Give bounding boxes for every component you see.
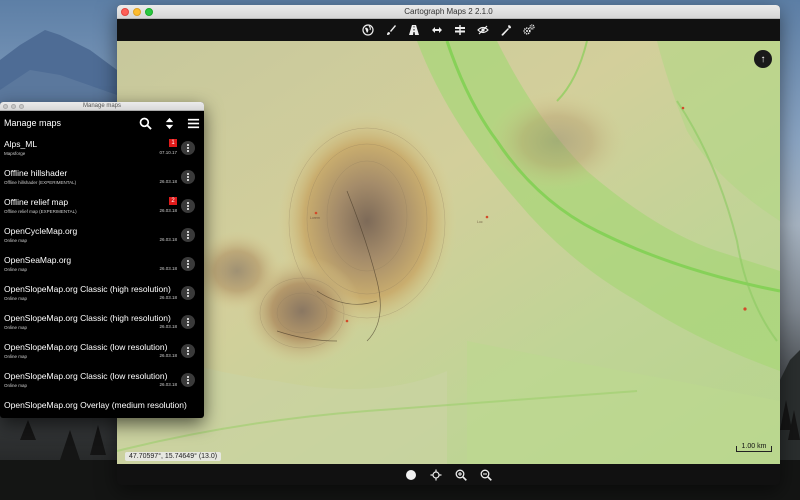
- update-badge: 2: [169, 197, 177, 205]
- window-titlebar[interactable]: Cartograph Maps 2 2.1.0: [117, 5, 780, 19]
- map-date: 26.03.18: [159, 324, 177, 329]
- sort-icon[interactable]: [162, 116, 176, 130]
- signpost-icon[interactable]: [453, 23, 468, 38]
- list-item[interactable]: OpenSeaMap.org Online map 26.03.18: [0, 251, 204, 280]
- svg-text:Loc: Loc: [477, 220, 483, 224]
- north-arrow-button[interactable]: ↑: [754, 50, 772, 68]
- map-date: 26.03.18: [159, 353, 177, 358]
- manage-window-title: Manage maps: [82, 103, 122, 109]
- zoom-out-icon[interactable]: [480, 468, 493, 481]
- more-options-icon[interactable]: [181, 228, 195, 242]
- list-item[interactable]: OpenSlopeMap.org Classic (high resolutio…: [0, 280, 204, 309]
- map-date: 26.03.18: [159, 237, 177, 242]
- map-name: OpenSlopeMap.org Classic (low resolution…: [4, 371, 168, 381]
- svg-text:Lorem: Lorem: [310, 216, 320, 220]
- record-icon[interactable]: [405, 468, 418, 481]
- manage-window-controls: [3, 104, 24, 109]
- more-options-icon[interactable]: [181, 373, 195, 387]
- more-options-icon[interactable]: [181, 141, 195, 155]
- map-name: OpenSlopeMap.org Classic (high resolutio…: [4, 313, 171, 323]
- bottom-toolbar: [117, 464, 780, 485]
- manage-minimize-button[interactable]: [11, 104, 16, 109]
- locate-icon[interactable]: [430, 468, 443, 481]
- list-item[interactable]: OpenCycleMap.org Online map 26.03.18: [0, 222, 204, 251]
- manage-maps-window: Manage maps Manage maps Alps_ML Mapsforge…: [0, 102, 204, 418]
- map-name: OpenSlopeMap.org Overlay (medium resolut…: [4, 400, 187, 410]
- globe-icon[interactable]: [361, 23, 376, 38]
- close-button[interactable]: [121, 8, 129, 16]
- map-list: Alps_ML Mapsforge 07.10.17 1 Offline hillsha…: [0, 135, 204, 418]
- list-item[interactable]: Offline hillshader Offline hillshader (EX…: [0, 164, 204, 193]
- list-item[interactable]: OpenSlopeMap.org Classic (low resolution…: [0, 367, 204, 396]
- more-options-icon[interactable]: [181, 199, 195, 213]
- minimize-button[interactable]: [133, 8, 141, 16]
- manage-window-titlebar[interactable]: Manage maps: [0, 102, 204, 111]
- map-name: OpenSlopeMap.org Classic (low resolution…: [4, 342, 168, 352]
- manage-close-button[interactable]: [3, 104, 8, 109]
- map-date: 26.03.18: [159, 266, 177, 271]
- scale-bar: [736, 446, 772, 452]
- relief-map: Lorem Loc: [117, 41, 780, 464]
- more-options-icon[interactable]: [181, 315, 195, 329]
- menu-icon[interactable]: [186, 116, 200, 130]
- brush-icon[interactable]: [384, 23, 399, 38]
- more-options-icon[interactable]: [181, 344, 195, 358]
- map-name: OpenSlopeMap.org Classic (high resolutio…: [4, 284, 171, 294]
- more-options-icon[interactable]: [181, 170, 195, 184]
- map-view[interactable]: Lorem Loc ↑ 47.70597°, 15.74649° (13.0) …: [117, 41, 780, 464]
- map-window: Cartograph Maps 2 2.1.0 Lorem Loc ↑ 47.7…: [117, 5, 780, 485]
- update-badge: 1: [169, 139, 177, 147]
- search-icon[interactable]: [138, 116, 152, 130]
- top-toolbar: [117, 19, 780, 41]
- map-name: OpenCycleMap.org: [4, 226, 78, 236]
- coordinates-readout: 47.70597°, 15.74649° (13.0): [125, 452, 222, 461]
- map-name: Offline hillshader: [4, 168, 68, 178]
- manage-zoom-button[interactable]: [19, 104, 24, 109]
- more-options-icon[interactable]: [181, 257, 195, 271]
- wrench-icon[interactable]: [499, 23, 514, 38]
- map-date: 26.03.18: [159, 208, 177, 213]
- map-date: 26.03.18: [159, 382, 177, 387]
- map-date: 26.03.18: [159, 295, 177, 300]
- measure-icon[interactable]: [430, 23, 445, 38]
- list-item[interactable]: OpenSlopeMap.org Classic (high resolutio…: [0, 309, 204, 338]
- manage-header: Manage maps: [0, 111, 204, 135]
- list-item[interactable]: OpenSlopeMap.org Overlay (medium resolut…: [0, 396, 204, 418]
- map-date: 26.03.18: [159, 179, 177, 184]
- settings-gears-icon[interactable]: [522, 23, 537, 38]
- eye-slash-icon[interactable]: [476, 23, 491, 38]
- window-title: Cartograph Maps 2 2.1.0: [404, 7, 493, 16]
- more-options-icon[interactable]: [181, 286, 195, 300]
- list-item[interactable]: Alps_ML Mapsforge 07.10.17 1: [0, 135, 204, 164]
- map-date: 07.10.17: [159, 150, 177, 155]
- manage-header-title: Manage maps: [4, 118, 62, 128]
- manage-header-actions: [138, 116, 200, 130]
- window-controls: [121, 8, 153, 16]
- list-item[interactable]: OpenSlopeMap.org Classic (low resolution…: [0, 338, 204, 367]
- list-item[interactable]: Offline relief map Offline relief map (EX…: [0, 193, 204, 222]
- road-icon[interactable]: [407, 23, 422, 38]
- zoom-in-icon[interactable]: [455, 468, 468, 481]
- map-name: OpenSeaMap.org: [4, 255, 72, 265]
- zoom-button[interactable]: [145, 8, 153, 16]
